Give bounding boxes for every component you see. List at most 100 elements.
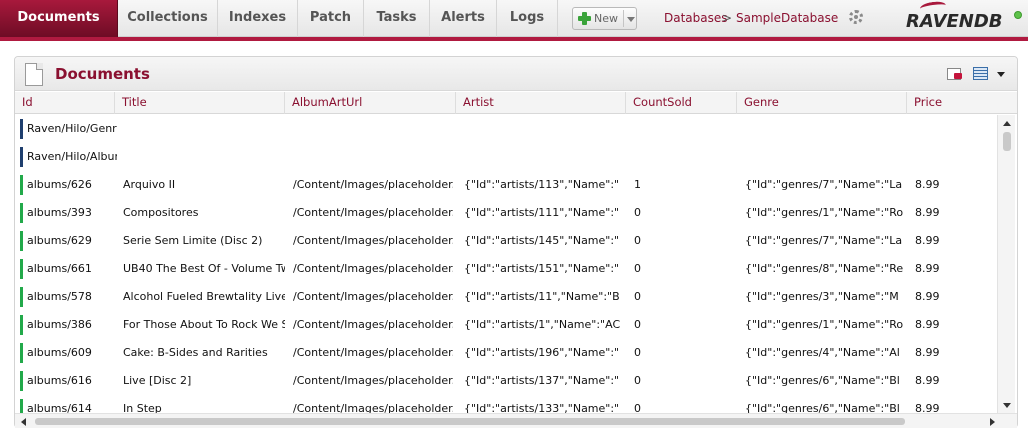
cell-artist: {"Id":"artists/196","Name":"	[464, 346, 620, 359]
cell-title: For Those About To Rock We Salute You	[123, 318, 285, 331]
cell-countsold: 0	[634, 206, 641, 219]
table-row[interactable]: albums/578 Alcohol Fueled Brewtality Live…	[15, 283, 997, 311]
tab-tasks[interactable]: Tasks	[364, 0, 430, 37]
cell-id: Raven/Hilo/Genres	[27, 122, 117, 135]
cell-price: 8.99	[915, 262, 940, 275]
cell-countsold: 0	[634, 262, 641, 275]
cell-artist: {"Id":"artists/145","Name":"	[464, 234, 620, 247]
row-marker	[20, 175, 23, 195]
cell-genre: {"Id":"genres/7","Name":"La	[745, 178, 903, 191]
cell-genre: {"Id":"genres/7","Name":"La	[745, 234, 903, 247]
cell-price: 8.99	[915, 374, 940, 387]
tab-patch[interactable]: Patch	[298, 0, 364, 37]
cell-countsold: 0	[634, 318, 641, 331]
vertical-scrollbar[interactable]	[997, 115, 1015, 413]
cell-id: albums/609	[27, 346, 92, 359]
table-row[interactable]: albums/626 Arquivo II/Content/Images/plac…	[15, 171, 997, 199]
chevron-down-icon[interactable]	[627, 17, 635, 22]
table-row[interactable]: albums/629 Serie Sem Limite (Disc 2) /Cont…	[15, 227, 997, 255]
row-marker	[20, 399, 23, 413]
cell-albumarturl: /Content/Images/placeholder.gif	[293, 206, 453, 219]
view-grid-icon[interactable]	[973, 67, 988, 80]
table-row[interactable]: albums/616 Live [Disc 2] /Content/Images/p…	[15, 367, 997, 395]
row-marker	[20, 231, 23, 251]
column-header-title[interactable]: Title	[115, 92, 285, 114]
breadcrumb-databases[interactable]: Databases	[664, 11, 728, 25]
row-marker	[20, 119, 23, 139]
scroll-left-icon[interactable]	[21, 418, 26, 426]
server-status-icon	[1014, 11, 1022, 19]
cell-id: albums/386	[27, 318, 92, 331]
horizontal-scrollbar[interactable]	[15, 413, 1017, 428]
horizontal-scroll-thumb[interactable]	[35, 418, 905, 425]
tab-indexes[interactable]: Indexes	[218, 0, 298, 37]
cell-albumarturl: /Content/Images/placeholder.gif	[293, 290, 453, 303]
cell-artist: {"Id":"artists/1","Name":"AC	[464, 318, 621, 331]
cell-price: 8.99	[915, 346, 940, 359]
cell-artist: {"Id":"artists/111","Name":"	[464, 206, 620, 219]
column-header-albumarturl[interactable]: AlbumArtUrl	[285, 92, 456, 114]
cell-genre: {"Id":"genres/4","Name":"Al	[745, 346, 900, 359]
cell-albumarturl: /Content/Images/placeholder.gif	[293, 318, 453, 331]
cell-title: Alcohol Fueled Brewtality Live	[123, 290, 285, 303]
cell-genre: {"Id":"genres/6","Name":"Bl	[745, 402, 900, 413]
cell-price: 8.99	[915, 318, 940, 331]
table-row[interactable]: Raven/Hilo/Genres	[15, 115, 997, 143]
view-options-chevron-down-icon[interactable]	[997, 72, 1005, 77]
cell-albumarturl: /Content/Images/placeholder.gif	[293, 262, 453, 275]
scroll-right-icon[interactable]	[990, 418, 995, 426]
tab-alerts[interactable]: Alerts	[430, 0, 497, 37]
table-row[interactable]: albums/614 In Step/Content/Images/placeho…	[15, 395, 997, 413]
cell-genre: {"Id":"genres/8","Name":"Re	[745, 262, 904, 275]
table-row[interactable]: Raven/Hilo/Albums	[15, 143, 997, 171]
tab-logs[interactable]: Logs	[497, 0, 558, 37]
cell-albumarturl: /Content/Images/placeholder.gif	[293, 178, 453, 191]
scroll-down-icon[interactable]	[1003, 403, 1011, 408]
tab-documents[interactable]: Documents	[0, 0, 118, 37]
tab-collections[interactable]: Collections	[118, 0, 218, 37]
column-header-artist[interactable]: Artist	[456, 92, 626, 114]
cell-price: 8.99	[915, 234, 940, 247]
table-row[interactable]: albums/393 Compositores/Content/Images/pl…	[15, 199, 997, 227]
cell-title: Cake: B-Sides and Rarities	[123, 346, 268, 359]
column-header-countsold[interactable]: CountSold	[626, 92, 737, 114]
top-nav-bar: Documents Collections Indexes Patch Task…	[0, 0, 1028, 37]
cell-price: 8.99	[915, 206, 940, 219]
row-marker	[20, 315, 23, 335]
row-marker	[20, 203, 23, 223]
ravendb-logo: RAVENDB	[906, 11, 1003, 32]
column-headers: Id Title AlbumArtUrl Artist CountSold Ge…	[15, 92, 1017, 114]
column-header-price[interactable]: Price	[907, 92, 1017, 114]
table-row[interactable]: albums/609 Cake: B-Sides and Rarities/Con…	[15, 339, 997, 367]
new-button[interactable]: New	[572, 7, 637, 30]
row-marker	[20, 259, 23, 279]
column-header-id[interactable]: Id	[15, 92, 115, 114]
vertical-scroll-thumb[interactable]	[1003, 132, 1011, 151]
cell-albumarturl: /Content/Images/placeholder.gif	[293, 374, 453, 387]
cell-genre: {"Id":"genres/6","Name":"Bl	[745, 374, 900, 387]
gear-icon[interactable]	[849, 10, 863, 24]
nav-accent-line	[0, 37, 1028, 41]
row-marker	[20, 371, 23, 391]
cell-id: albums/661	[27, 262, 92, 275]
cell-artist: {"Id":"artists/11","Name":"B	[464, 290, 620, 303]
plus-icon	[577, 11, 592, 26]
cell-id: albums/629	[27, 234, 92, 247]
column-header-genre[interactable]: Genre	[737, 92, 907, 114]
cell-albumarturl: /Content/Images/placeholder.gif	[293, 234, 453, 247]
cell-artist: {"Id":"artists/137","Name":"	[464, 374, 620, 387]
row-marker	[20, 287, 23, 307]
cell-id: albums/626	[27, 178, 92, 191]
table-row[interactable]: albums/386 For Those About To Rock We Sal…	[15, 311, 997, 339]
cell-artist: {"Id":"artists/113","Name":"	[464, 178, 620, 191]
document-icon	[25, 63, 43, 86]
cell-price: 8.99	[915, 178, 940, 191]
tag-icon[interactable]	[947, 68, 962, 80]
breadcrumb-separator: >	[722, 11, 733, 25]
breadcrumb-current-database[interactable]: SampleDatabase	[736, 11, 838, 25]
table-row[interactable]: albums/661 UB40 The Best Of - Volume Two /…	[15, 255, 997, 283]
cell-id: Raven/Hilo/Albums	[27, 150, 117, 163]
cell-price: 8.99	[915, 402, 940, 413]
scroll-up-icon[interactable]	[1003, 121, 1011, 126]
cell-title: Serie Sem Limite (Disc 2)	[123, 234, 263, 247]
